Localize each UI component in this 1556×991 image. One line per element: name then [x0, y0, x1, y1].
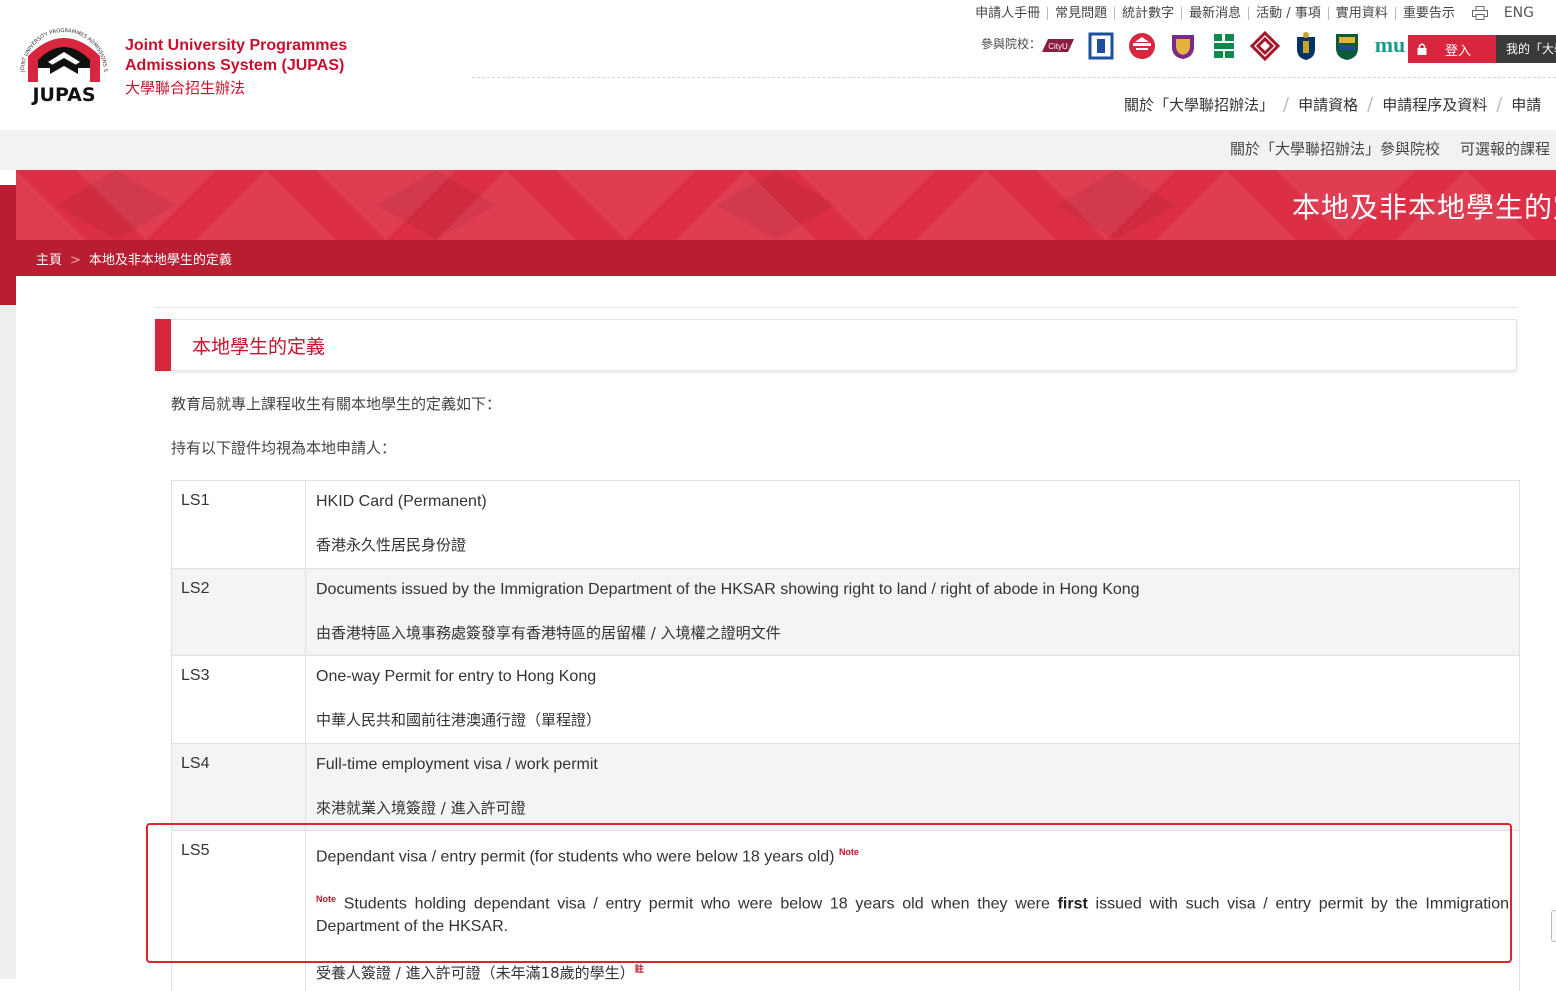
hkbu-logo[interactable] — [1085, 30, 1117, 62]
row-zh: 中華人民共和國前往港澳通行證（單程證） — [316, 711, 602, 729]
intro-text-2: 持有以下證件均視為本地申請人： — [171, 439, 397, 457]
my-jupas-button[interactable]: 我的「大學 — [1496, 35, 1556, 63]
subnav: 關於「大學聯招辦法」參與院校 可選報的課程 — [1230, 138, 1550, 159]
nav-about[interactable]: 關於「大學聯招辦法」 — [1124, 94, 1274, 115]
row-description: HKID Card (Permanent) 香港永久性居民身份證 — [306, 481, 1519, 568]
partner-logos: CityU mu — [1040, 30, 1408, 62]
site-title-en-2: Admissions System (JUPAS) — [125, 57, 345, 74]
table-row: LS2 Documents issued by the Immigration … — [172, 568, 1519, 655]
lock-icon — [1417, 43, 1427, 55]
site-title[interactable]: Joint University Programmes Admissions S… — [125, 36, 347, 99]
breadcrumb-current: 本地及非本地學生的定義 — [88, 253, 232, 268]
nav-eligibility[interactable]: 申請資格 — [1298, 94, 1358, 115]
eduhk-logo[interactable] — [1208, 30, 1240, 62]
hku-logo[interactable] — [1331, 30, 1363, 62]
banner-title: 本地及非本地學生的定義 — [1292, 191, 1556, 224]
subnav-programmes[interactable]: 可選報的課程 — [1460, 138, 1550, 159]
header-divider — [472, 77, 1556, 78]
hkust-logo[interactable] — [1290, 30, 1322, 62]
toplink-events[interactable]: 活動 / 事項 — [1248, 6, 1328, 20]
breadcrumb: 主頁 > 本地及非本地學生的定義 — [36, 249, 232, 268]
scroll-handle[interactable] — [1551, 910, 1556, 942]
login-button[interactable]: 登入 — [1408, 35, 1496, 63]
row-zh: 由香港特區入境事務處簽發享有香港特區的居留權 / 入境權之證明文件 — [316, 624, 781, 642]
nav-apply[interactable]: 申請 — [1511, 94, 1541, 115]
table-row: LS3 One-way Permit for entry to Hong Kon… — [172, 655, 1519, 743]
nav-separator: / — [1367, 94, 1374, 115]
row-code: LS1 — [172, 481, 306, 568]
content-top-rule — [155, 307, 1517, 308]
row-code: LS2 — [172, 569, 306, 655]
nav-separator: / — [1283, 94, 1290, 115]
toplink-faq[interactable]: 常見問題 — [1047, 6, 1114, 20]
lingnan-logo[interactable] — [1126, 30, 1158, 62]
row-description: Documents issued by the Immigration Depa… — [306, 569, 1519, 655]
row-zh: 香港永久性居民身份證 — [316, 536, 467, 554]
subnav-institutions[interactable]: 關於「大學聯招辦法」參與院校 — [1230, 138, 1440, 159]
print-icon[interactable] — [1471, 6, 1488, 20]
breadcrumb-bar — [16, 240, 1556, 276]
cuhk-logo[interactable] — [1167, 30, 1199, 62]
site-title-zh: 大學聯合招生辦法 — [125, 79, 246, 97]
row-code: LS3 — [172, 656, 306, 743]
row-code: LS4 — [172, 744, 306, 830]
table-row: LS1 HKID Card (Permanent) 香港永久性居民身份證 — [172, 480, 1519, 568]
section-header-accent — [155, 319, 171, 371]
mu-logo[interactable]: mu — [1372, 30, 1408, 62]
section-title: 本地學生的定義 — [192, 336, 326, 358]
cityu-text: CityU — [1048, 42, 1068, 51]
note-marker-zh[interactable]: 註 — [635, 964, 644, 974]
top-links: 申請人手冊 常見問題 統計數字 最新消息 活動 / 事項 實用資料 重要告示 E… — [968, 5, 1534, 21]
language-toggle[interactable]: ENG — [1504, 5, 1534, 21]
mu-text: mu — [1375, 33, 1406, 57]
row-zh: 來港就業入境簽證 / 進入許可證 — [316, 799, 526, 817]
row-description: Full-time employment visa / work permit … — [306, 744, 1519, 830]
toplink-statistics[interactable]: 統計數字 — [1114, 6, 1181, 20]
toplink-news[interactable]: 最新消息 — [1181, 6, 1248, 20]
breadcrumb-home[interactable]: 主頁 — [36, 253, 62, 268]
toplink-useful-info[interactable]: 實用資料 — [1327, 6, 1395, 20]
jupas-logo[interactable]: JOINT UNIVERSITY PROGRAMMES ADMISSIONS S… — [11, 12, 114, 106]
site-title-en-1: Joint University Programmes — [125, 37, 348, 54]
logo-word: JUPAS — [30, 84, 95, 106]
nav-separator: / — [1496, 94, 1503, 115]
polyu-logo[interactable] — [1249, 30, 1281, 62]
row-description: One-way Permit for entry to Hong Kong 中華… — [306, 656, 1519, 743]
row-en: HKID Card (Permanent) — [316, 493, 487, 510]
highlight-box — [146, 823, 1512, 963]
left-gutter — [0, 305, 16, 979]
row-en: One-way Permit for entry to Hong Kong — [316, 668, 597, 685]
toplink-handbook[interactable]: 申請人手冊 — [968, 7, 1047, 20]
row-en: Documents issued by the Immigration Depa… — [316, 581, 1140, 598]
toplink-notices[interactable]: 重要告示 — [1394, 6, 1462, 20]
login-label: 登入 — [1445, 43, 1472, 59]
main-nav: 關於「大學聯招辦法」 / 申請資格 / 申請程序及資料 / 申請 — [1124, 94, 1541, 115]
section-header: 本地學生的定義 — [155, 319, 1517, 371]
site-header: JOINT UNIVERSITY PROGRAMMES ADMISSIONS S… — [0, 0, 1556, 131]
nav-procedure[interactable]: 申請程序及資料 — [1382, 94, 1487, 115]
row-en: Full-time employment visa / work permit — [316, 756, 598, 773]
intro-text-1: 教育局就專上課程收生有關本地學生的定義如下： — [171, 395, 502, 413]
partners-label: 參與院校： — [981, 37, 1042, 51]
breadcrumb-separator: > — [70, 253, 81, 268]
cityu-logo[interactable]: CityU — [1040, 30, 1076, 62]
banner-left-strip — [0, 185, 16, 305]
table-row: LS4 Full-time employment visa / work per… — [172, 743, 1519, 830]
